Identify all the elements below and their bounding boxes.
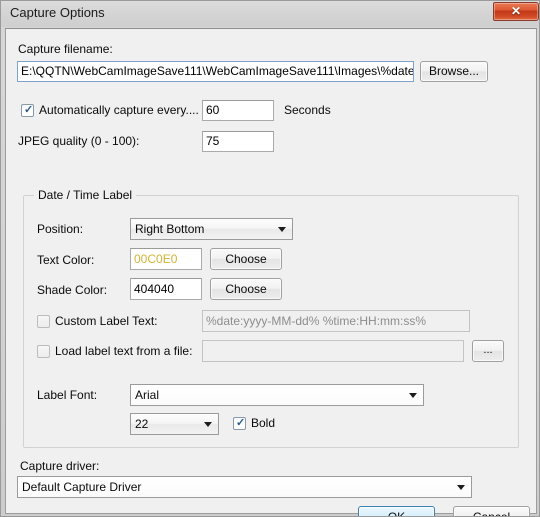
close-icon: ✕	[510, 4, 522, 18]
shade-color-input[interactable]: 404040	[130, 278, 202, 300]
window-title: Capture Options	[10, 5, 105, 20]
auto-capture-checkbox[interactable]: ✓	[21, 104, 34, 117]
load-label-file-browse-button[interactable]: ...	[472, 340, 504, 362]
checkmark-icon: ✓	[236, 417, 246, 429]
capture-filename-input[interactable]: E:\QQTN\WebCamImageSave111\WebCamImageSa…	[17, 61, 414, 82]
chevron-down-icon	[409, 393, 417, 398]
browse-filename-button[interactable]: Browse...	[420, 61, 488, 82]
label-font-label: Label Font:	[37, 388, 98, 402]
title-bar: Capture Options ✕	[1, 1, 539, 27]
position-label: Position:	[37, 222, 84, 236]
capture-interval-input[interactable]: 60	[202, 100, 274, 121]
load-label-from-file-checkbox[interactable]	[37, 345, 50, 358]
checkmark-icon: ✓	[24, 104, 34, 116]
datetime-label-groupbox: Date / Time Label Position: Right Bottom…	[23, 188, 519, 448]
capture-driver-value: Default Capture Driver	[22, 480, 142, 494]
capture-driver-label: Capture driver:	[20, 459, 100, 473]
custom-label-text-checkbox[interactable]	[37, 315, 50, 328]
position-dropdown[interactable]: Right Bottom	[130, 218, 293, 240]
capture-filename-label: Capture filename:	[18, 42, 113, 56]
text-color-input[interactable]: 00C0E0	[130, 248, 202, 270]
ok-button[interactable]: OK	[358, 506, 435, 516]
load-label-from-file-label: Load label text from a file:	[55, 344, 193, 358]
chevron-down-icon	[278, 227, 286, 232]
cancel-button[interactable]: Cancel	[453, 506, 530, 516]
custom-label-text-input[interactable]: %date:yyyy-MM-dd% %time:HH:mm:ss%	[202, 310, 470, 332]
chevron-down-icon	[457, 485, 465, 490]
close-button[interactable]: ✕	[493, 2, 539, 21]
label-font-family-value: Arial	[135, 388, 160, 402]
jpeg-quality-label: JPEG quality (0 - 100):	[18, 134, 140, 148]
dialog-client-area: Capture filename: E:\QQTN\WebCamImageSav…	[5, 28, 537, 516]
capture-driver-dropdown[interactable]: Default Capture Driver	[17, 476, 472, 498]
shade-color-label: Shade Color:	[37, 283, 108, 297]
label-font-bold-checkbox[interactable]: ✓	[233, 417, 246, 430]
text-color-choose-button[interactable]: Choose	[210, 248, 282, 270]
datetime-label-group-title: Date / Time Label	[34, 188, 137, 202]
seconds-unit-label: Seconds	[284, 103, 331, 117]
chevron-down-icon	[204, 422, 212, 427]
position-selected-value: Right Bottom	[135, 222, 205, 236]
label-font-size-dropdown[interactable]: 22	[130, 413, 219, 435]
capture-options-dialog: Capture Options ✕ Capture filename: E:\Q…	[0, 0, 540, 517]
shade-color-choose-button[interactable]: Choose	[210, 278, 282, 300]
text-color-label: Text Color:	[37, 253, 95, 267]
jpeg-quality-input[interactable]: 75	[202, 131, 274, 152]
auto-capture-label: Automatically capture every....	[39, 103, 199, 117]
custom-label-text-label: Custom Label Text:	[55, 314, 158, 328]
load-label-file-path-input[interactable]	[202, 340, 464, 362]
label-font-size-value: 22	[135, 417, 149, 431]
label-font-bold-label: Bold	[251, 416, 276, 430]
label-font-family-dropdown[interactable]: Arial	[130, 384, 424, 406]
